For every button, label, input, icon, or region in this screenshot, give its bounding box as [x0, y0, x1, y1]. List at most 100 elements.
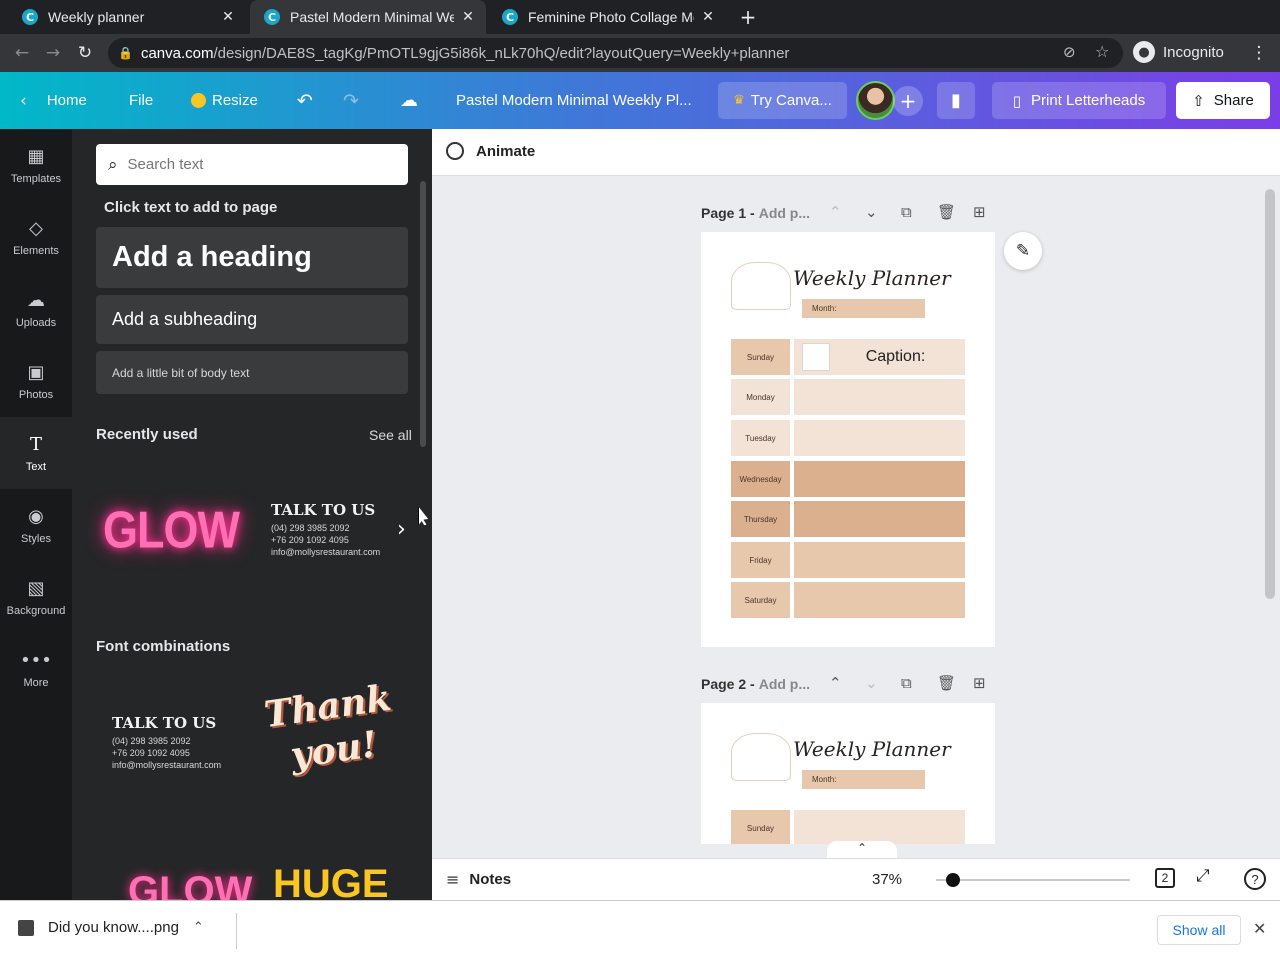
- move-page-up-icon[interactable]: ⌃: [829, 203, 842, 221]
- talk-to-us-heading: TALK TO US: [271, 501, 376, 519]
- move-page-up-icon[interactable]: ⌃: [829, 674, 842, 692]
- delete-page-icon[interactable]: 🗑: [937, 674, 956, 692]
- eye-off-icon[interactable]: ⊘: [1063, 43, 1076, 61]
- notes-button[interactable]: ≡ Notes: [446, 870, 511, 889]
- more-icon: •••: [20, 649, 52, 671]
- search-input[interactable]: [127, 156, 378, 173]
- add-heading-button[interactable]: Add a heading: [96, 227, 408, 288]
- huge-text-template[interactable]: HUGE: [273, 862, 389, 900]
- page-2-title-field[interactable]: Add p...: [759, 676, 810, 692]
- day-row: [794, 810, 965, 844]
- zoom-slider[interactable]: [936, 873, 1130, 887]
- home-label: Home: [46, 92, 87, 109]
- panel-scrollbar[interactable]: [420, 181, 426, 447]
- move-page-down-icon[interactable]: ⌄: [865, 203, 878, 221]
- duplicate-page-icon[interactable]: ⧉: [901, 674, 912, 692]
- file-menu-button[interactable]: File: [129, 72, 153, 129]
- canva-favicon-icon: C: [502, 9, 518, 25]
- close-tab-icon[interactable]: ✕: [700, 9, 716, 25]
- rail-text[interactable]: T Text: [0, 417, 72, 489]
- close-tab-icon[interactable]: ✕: [220, 9, 236, 25]
- cloud-save-icon[interactable]: ☁: [400, 72, 418, 129]
- zoom-level[interactable]: 37%: [872, 871, 902, 888]
- page-2-header: Page 2 - Add p...: [701, 673, 810, 695]
- duplicate-page-icon[interactable]: ⧉: [901, 203, 912, 221]
- help-icon[interactable]: ?: [1244, 868, 1266, 890]
- share-button[interactable]: ⇧ Share: [1176, 82, 1270, 119]
- rail-background[interactable]: ▧ Background: [0, 561, 72, 633]
- browser-menu-icon[interactable]: ⋮: [1246, 40, 1272, 66]
- tab-weekly-planner[interactable]: C Weekly planner ✕: [8, 0, 246, 34]
- download-filename: Did you know....png: [48, 919, 179, 936]
- glow-text-template-2[interactable]: GLOW: [128, 869, 252, 900]
- star-icon[interactable]: ☆: [1095, 42, 1109, 61]
- forward-button[interactable]: →: [40, 40, 66, 66]
- try-canva-pro-button[interactable]: ♛ Try Canva...: [718, 82, 847, 119]
- carousel-next-icon[interactable]: ›: [397, 517, 406, 542]
- talk-to-us-combo-template[interactable]: TALK TO US (04) 298 3985 2092 +76 209 10…: [112, 714, 247, 771]
- day-row: [794, 420, 965, 456]
- page-1-title-field[interactable]: Add p...: [759, 205, 810, 221]
- tab-pastel-modern[interactable]: C Pastel Modern Minimal We ✕: [250, 0, 486, 34]
- add-body-text-button[interactable]: Add a little bit of body text: [96, 351, 408, 394]
- day-row: [794, 582, 965, 618]
- rail-elements[interactable]: ◇ Elements: [0, 201, 72, 273]
- back-button[interactable]: ←: [9, 40, 35, 66]
- add-collaborator-button[interactable]: +: [893, 86, 923, 116]
- rail-styles[interactable]: ◉ Styles: [0, 489, 72, 561]
- browser-toolbar: ← → ↻ 🔒 canva.com/design/DAE8S_tagKg/PmO…: [0, 34, 1280, 72]
- add-page-icon[interactable]: ⊞: [973, 203, 986, 221]
- chevron-up-icon[interactable]: ⌃: [193, 920, 204, 935]
- see-all-link[interactable]: See all: [369, 427, 412, 443]
- show-all-button[interactable]: Show all: [1157, 915, 1241, 945]
- photo-thumbnail: [802, 343, 830, 371]
- close-download-bar-icon[interactable]: ✕: [1253, 919, 1266, 938]
- tab-feminine-photo[interactable]: C Feminine Photo Collage Mo ✕: [488, 0, 726, 34]
- page-2-canvas[interactable]: Weekly Planner Month: Sunday: [701, 703, 995, 844]
- resize-button[interactable]: Resize: [191, 72, 258, 129]
- thank-you-template[interactable]: Thank you!: [260, 676, 405, 813]
- animate-button[interactable]: Animate: [446, 142, 535, 160]
- animate-toolbar: Animate: [432, 129, 1280, 176]
- contact-line: info@mollysrestaurant.com: [112, 760, 222, 770]
- rail-uploads[interactable]: ☁ Uploads: [0, 273, 72, 345]
- move-page-down-icon[interactable]: ⌄: [865, 674, 878, 692]
- close-tab-icon[interactable]: ✕: [460, 9, 476, 25]
- add-page-icon[interactable]: ⊞: [973, 674, 986, 692]
- user-avatar[interactable]: [856, 81, 895, 120]
- rail-more[interactable]: ••• More: [0, 633, 72, 705]
- rail-templates[interactable]: ▦ Templates: [0, 129, 72, 201]
- contact-line: (04) 298 3985 2092: [112, 736, 191, 746]
- vertical-scrollbar[interactable]: [1265, 189, 1275, 599]
- page-1-header: Page 1 - Add p...: [701, 202, 810, 224]
- reload-button[interactable]: ↻: [72, 40, 98, 66]
- document-title[interactable]: Pastel Modern Minimal Weekly Pl...: [456, 72, 692, 129]
- add-comment-button[interactable]: ✎: [1004, 232, 1042, 270]
- print-letterheads-button[interactable]: ▯ Print Letterheads: [992, 82, 1166, 119]
- redo-button[interactable]: ↷: [343, 72, 359, 129]
- fullscreen-icon[interactable]: ⤢: [1196, 866, 1210, 886]
- zoom-slider-knob[interactable]: [945, 873, 960, 887]
- rail-photos[interactable]: ▣ Photos: [0, 345, 72, 417]
- search-text-field[interactable]: ⌕: [96, 144, 408, 185]
- incognito-indicator[interactable]: ● Incognito: [1133, 41, 1224, 63]
- home-button[interactable]: ‹ Home: [20, 72, 87, 129]
- undo-button[interactable]: ↶: [297, 72, 313, 129]
- glow-text-template[interactable]: GLOW: [96, 455, 246, 605]
- delete-page-icon[interactable]: 🗑: [937, 203, 956, 221]
- caption-text: Caption:: [865, 348, 926, 365]
- page-count-button[interactable]: 2: [1155, 868, 1175, 888]
- new-tab-button[interactable]: +: [736, 5, 760, 29]
- page-1-canvas[interactable]: Weekly Planner Month: Sunday Caption: Mo…: [701, 232, 995, 647]
- day-label: Thursday: [731, 501, 790, 537]
- day-row: Caption:: [794, 339, 965, 375]
- analytics-button[interactable]: ▮: [937, 82, 975, 119]
- talk-to-us-template[interactable]: TALK TO US (04) 298 3985 2092 +76 209 10…: [271, 501, 401, 558]
- download-item[interactable]: Did you know....png ⌃: [18, 919, 204, 936]
- hands-illustration: [731, 262, 791, 310]
- glow-text: GLOW: [103, 500, 240, 559]
- add-subheading-button[interactable]: Add a subheading: [96, 295, 408, 344]
- show-pages-toggle[interactable]: ⌃: [827, 841, 897, 859]
- text-icon: T: [29, 433, 42, 455]
- address-bar[interactable]: 🔒 canva.com/design/DAE8S_tagKg/PmOTL9gjG…: [108, 38, 1123, 68]
